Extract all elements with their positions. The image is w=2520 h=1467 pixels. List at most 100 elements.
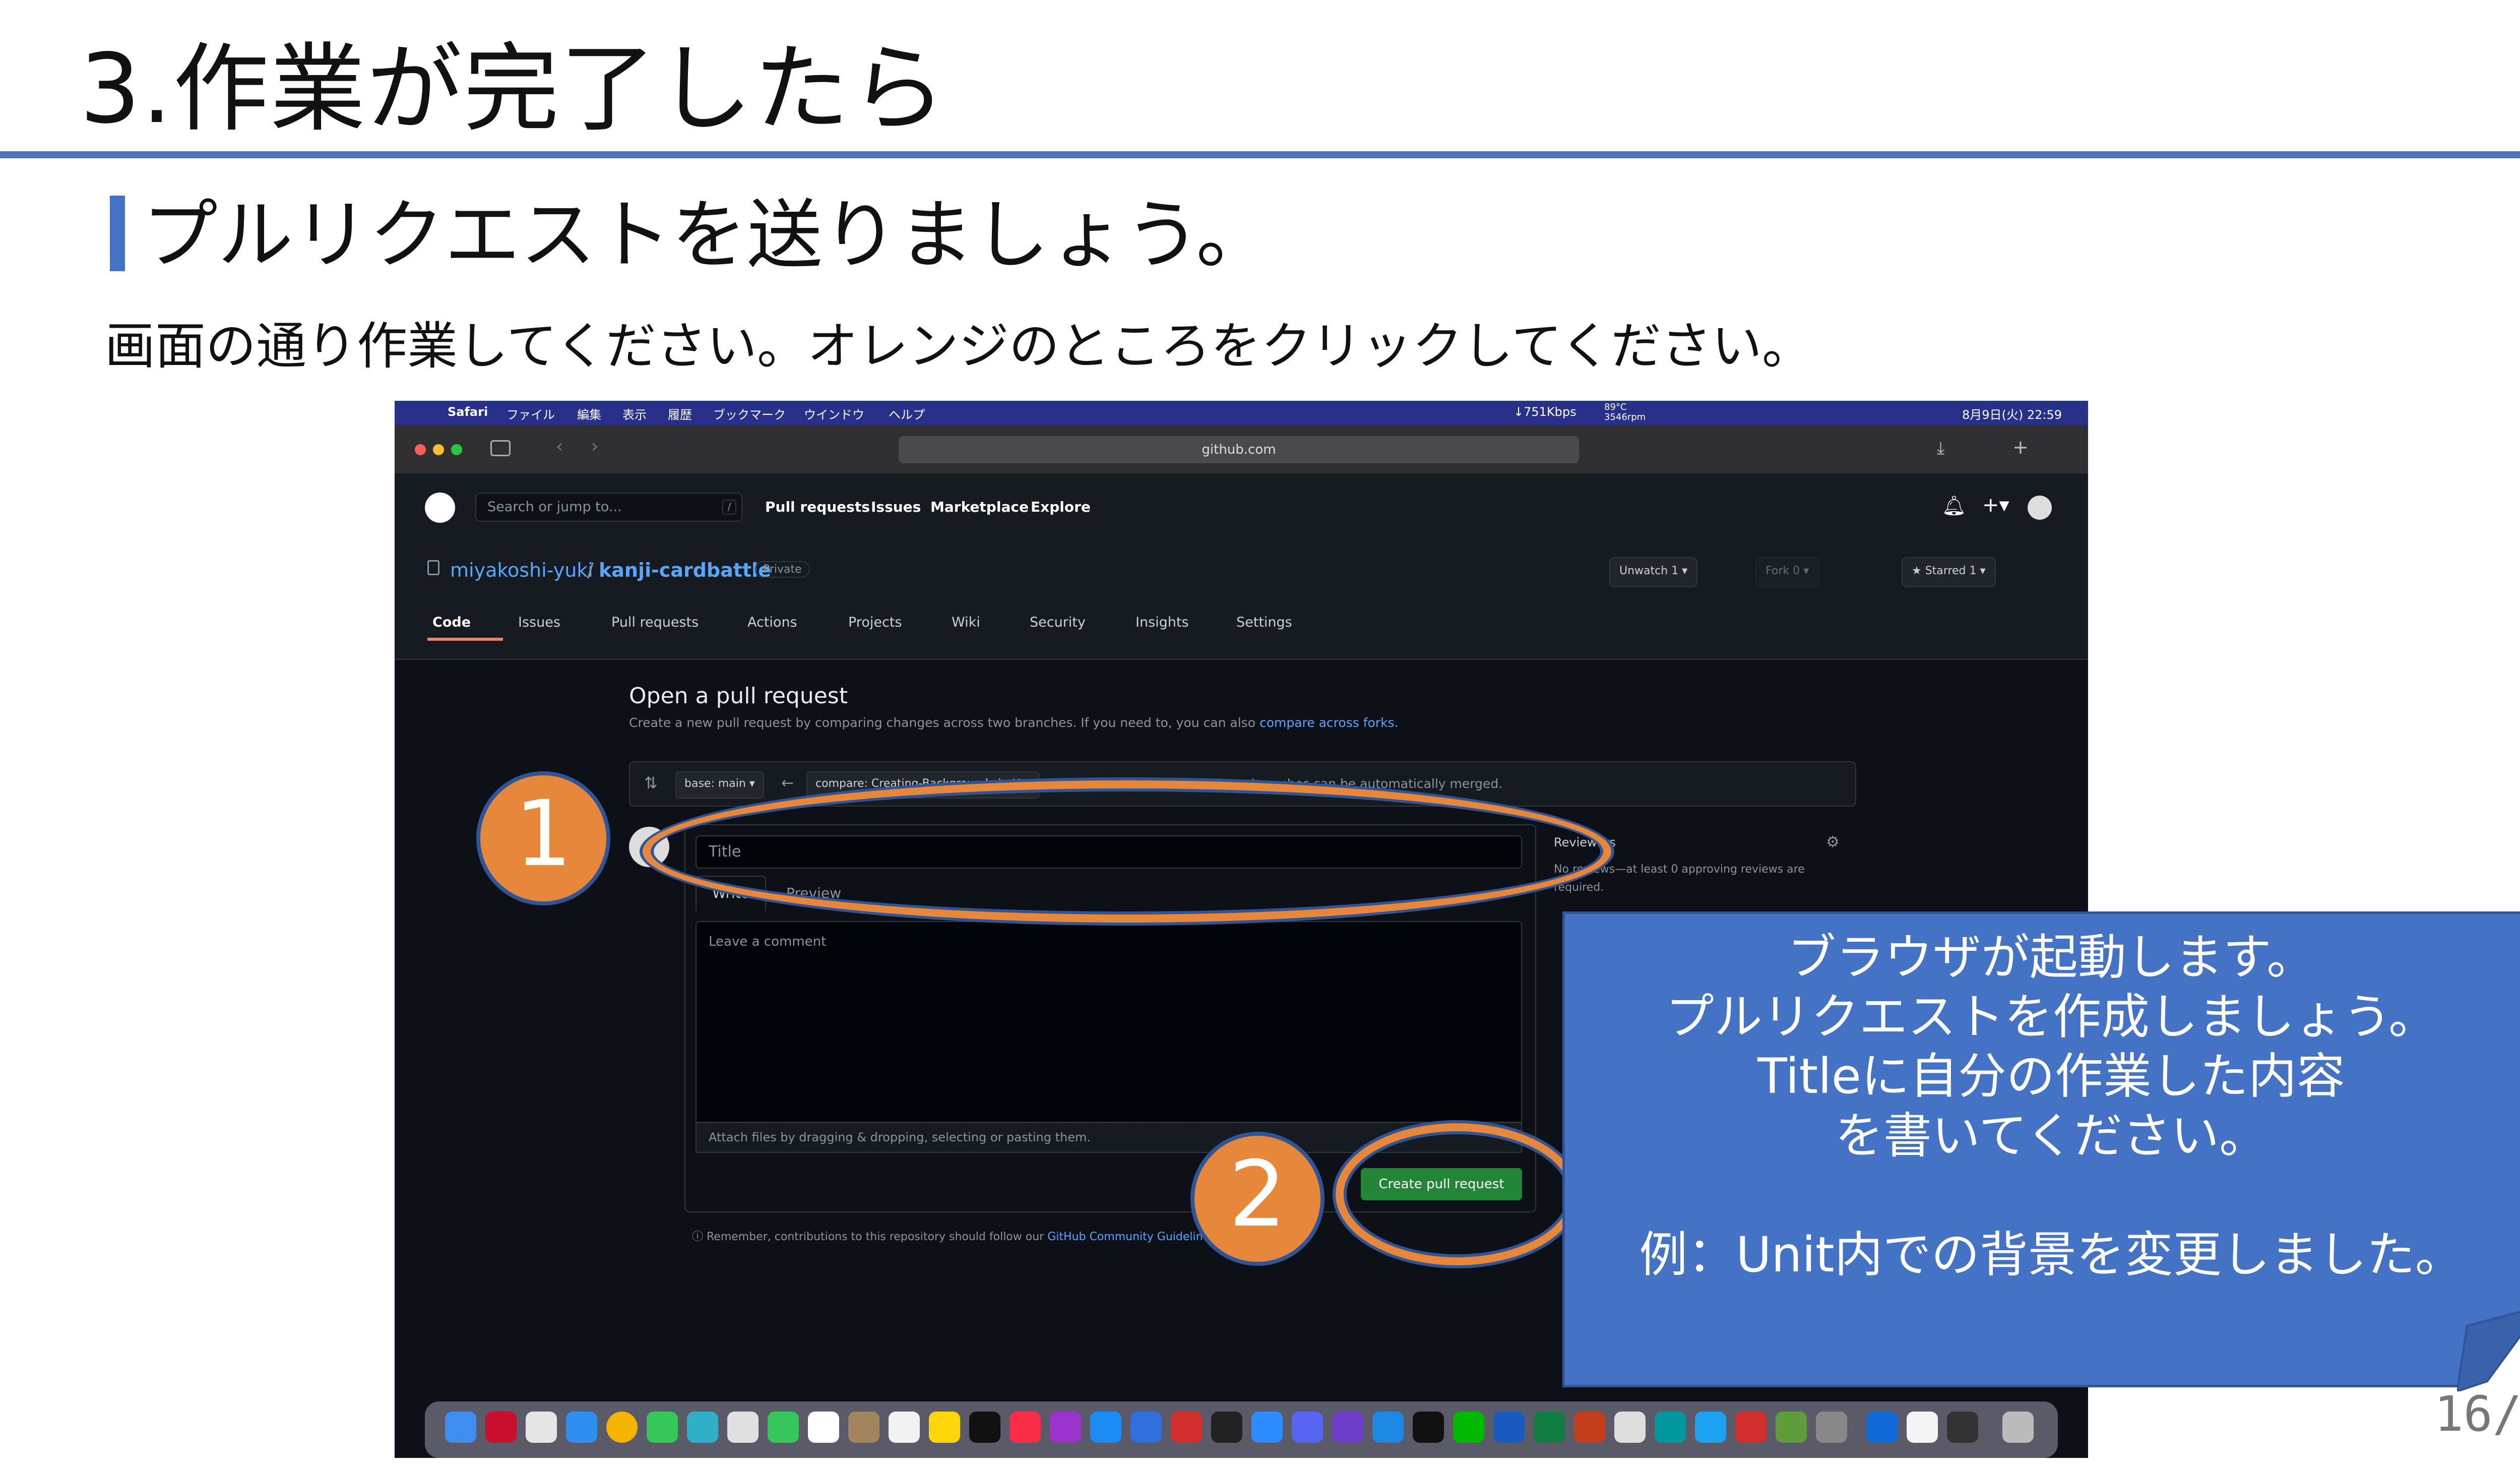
menubar-item-window[interactable]: ウインドウ [804, 405, 864, 422]
tab-code[interactable]: Code [432, 615, 471, 630]
minimize-window-icon[interactable] [433, 444, 444, 455]
unwatch-button[interactable]: Unwatch 1 ▾ [1609, 557, 1698, 587]
app-store-icon[interactable] [1090, 1412, 1121, 1443]
excel-icon[interactable] [1534, 1412, 1565, 1443]
safari-icon[interactable] [566, 1412, 597, 1443]
close-window-icon[interactable] [415, 444, 426, 455]
repo-name-link[interactable]: kanji-cardbattle [599, 559, 771, 581]
network-speed: ↓751Kbps [1514, 405, 1577, 419]
menubar-item-bookmarks[interactable]: ブックマーク [713, 405, 786, 422]
apple-tv-icon[interactable] [969, 1412, 1000, 1443]
nav-marketplace[interactable]: Marketplace [930, 499, 1029, 515]
starred-button[interactable]: ★ Starred 1 ▾ [1902, 557, 1996, 587]
menubar-item-help[interactable]: ヘルプ [889, 405, 925, 422]
section-heading: プルリクエストを送りましょう。 [142, 192, 1272, 279]
acrobat-icon[interactable] [1171, 1412, 1202, 1443]
vscode-icon[interactable] [1372, 1412, 1404, 1443]
tab-actions[interactable]: Actions [747, 615, 797, 630]
page-title: Open a pull request [629, 683, 848, 709]
tab-insights[interactable]: Insights [1136, 615, 1189, 630]
archive-app-icon[interactable] [1947, 1412, 1978, 1443]
notes-icon[interactable] [929, 1412, 960, 1443]
search-input[interactable]: Search or jump to... [475, 493, 742, 522]
zoom-window-icon[interactable] [451, 444, 462, 455]
document-app-icon[interactable] [1907, 1412, 1938, 1443]
active-tab-indicator [427, 638, 503, 641]
line-icon[interactable] [1453, 1412, 1484, 1443]
powerpoint-icon[interactable] [1574, 1412, 1605, 1443]
step-1-marker: 1 [476, 771, 610, 905]
terminal-icon[interactable] [1413, 1412, 1444, 1443]
fork-button[interactable]: Fork 0 ▾ [1755, 557, 1819, 587]
maps-icon[interactable] [687, 1412, 718, 1443]
tab-issues[interactable]: Issues [518, 615, 560, 630]
menubar-item-edit[interactable]: 編集 [577, 405, 601, 422]
notification-bell-icon[interactable]: 🔔︎ [1942, 495, 1966, 517]
nav-issues[interactable]: Issues [871, 499, 921, 515]
tab-pull-requests[interactable]: Pull requests [611, 615, 699, 630]
menubar-item-view[interactable]: 表示 [622, 405, 647, 422]
create-new-icon[interactable]: +▾ [1982, 494, 2009, 517]
base-branch-select[interactable]: base: main ▾ [675, 771, 764, 799]
zoom-icon[interactable] [1251, 1412, 1283, 1443]
sidebar-toggle-icon[interactable] [490, 440, 511, 456]
system-preferences-icon[interactable] [1816, 1412, 1847, 1443]
menubar-item-history[interactable]: 履歴 [668, 405, 692, 422]
back-icon[interactable]: ‹ [556, 436, 563, 457]
tab-projects[interactable]: Projects [848, 615, 902, 630]
menubar-item-file[interactable]: ファイル [507, 405, 555, 422]
minecraft-icon[interactable] [1776, 1412, 1807, 1443]
reminders-icon[interactable] [889, 1412, 920, 1443]
unity-icon[interactable] [1211, 1412, 1242, 1443]
page-subtitle: Create a new pull request by comparing c… [629, 715, 1399, 730]
repo-owner-link[interactable]: miyakoshi-yuki [450, 559, 593, 581]
chrome-icon[interactable] [606, 1412, 638, 1443]
address-bar[interactable]: github.com [899, 436, 1579, 463]
download-icon[interactable]: ⤓ [1937, 438, 1944, 458]
community-guidelines-link[interactable]: GitHub Community Guidelines [1047, 1231, 1215, 1243]
menubar-app-name[interactable]: Safari [448, 405, 488, 419]
facetime-icon[interactable] [768, 1412, 799, 1443]
arduino-icon[interactable] [1655, 1412, 1686, 1443]
gear-icon[interactable]: ⚙ [1826, 833, 1840, 851]
slide-title: 3.作業が完了したら [80, 33, 948, 145]
system-app-icon[interactable] [1130, 1412, 1162, 1443]
safari-toolbar: ‹ › github.com ⤓ + [395, 425, 2088, 473]
github-header: Search or jump to... / Pull requests Iss… [395, 473, 2088, 539]
word-icon[interactable] [1493, 1412, 1525, 1443]
page-number: 16/17 [2434, 1386, 2520, 1442]
github-logo-icon[interactable] [425, 493, 455, 523]
cpu-temp: 89°C [1604, 402, 1627, 412]
callout-text: ブラウザが起動します。 プルリクエストを作成しましょう。 Titleに自分の作業… [1567, 928, 2520, 1285]
autocad-icon[interactable] [1735, 1412, 1767, 1443]
music-icon[interactable] [1010, 1412, 1041, 1443]
callout-line-5: 例：Unit内での背景を変更しました。 [1639, 1227, 2464, 1283]
starred-count: 1 [1969, 565, 1977, 577]
finder-icon[interactable] [445, 1412, 476, 1443]
avatar[interactable] [2028, 496, 2052, 520]
filezilla-icon[interactable] [485, 1412, 517, 1443]
screenshot-icon[interactable] [1614, 1412, 1646, 1443]
launchpad-icon[interactable] [526, 1412, 557, 1443]
chat-app-icon[interactable] [1695, 1412, 1726, 1443]
password-app-icon[interactable] [1866, 1412, 1898, 1443]
photos-icon[interactable] [727, 1412, 759, 1443]
messages-icon[interactable] [647, 1412, 678, 1443]
comment-textarea[interactable]: Leave a comment [696, 921, 1522, 1123]
macos-menubar: Safari ファイル 編集 表示 履歴 ブックマーク ウインドウ ヘルプ ↓7… [395, 401, 2088, 425]
compare-forks-link[interactable]: compare across forks. [1259, 715, 1399, 730]
tab-wiki[interactable]: Wiki [952, 615, 980, 630]
discord-icon[interactable] [1292, 1412, 1323, 1443]
nav-explore[interactable]: Explore [1031, 499, 1091, 515]
contacts-icon[interactable] [848, 1412, 879, 1443]
menubar-clock[interactable]: 8月9日(火) 22:59 [1962, 405, 2062, 422]
trash-icon[interactable] [2002, 1412, 2034, 1443]
tab-security[interactable]: Security [1030, 615, 1086, 630]
nav-pull-requests[interactable]: Pull requests [765, 499, 870, 515]
podcasts-icon[interactable] [1050, 1412, 1081, 1443]
tab-settings[interactable]: Settings [1236, 615, 1292, 630]
github-desktop-icon[interactable] [1332, 1412, 1363, 1443]
forward-icon[interactable]: › [591, 436, 598, 457]
new-tab-icon[interactable]: + [2012, 436, 2029, 458]
calendar-icon[interactable] [808, 1412, 839, 1443]
